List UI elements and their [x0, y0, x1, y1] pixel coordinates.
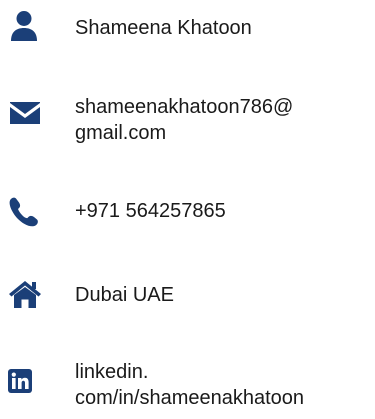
phone-icon [8, 196, 40, 228]
contact-email-line-2[interactable]: gmail.com [75, 121, 166, 146]
envelope-icon [8, 100, 42, 126]
person-icon [8, 10, 40, 42]
contact-linkedin-line-2[interactable]: com/in/shameenakhatoon [75, 386, 304, 411]
contact-email-line-1[interactable]: shameenakhatoon786@ [75, 95, 293, 120]
contact-name: Shameena Khatoon [75, 17, 252, 39]
contact-row-phone: +971 564257865 [0, 194, 375, 234]
contact-row-name: Shameena Khatoon [0, 8, 375, 48]
contact-phone[interactable]: +971 564257865 [75, 199, 226, 224]
contact-row-linkedin: linkedin. com/in/shameenakhatoon [0, 358, 375, 418]
home-icon [8, 279, 42, 309]
contact-row-email: shameenakhatoon786@ gmail.com [0, 95, 375, 155]
contact-linkedin-line-1[interactable]: linkedin. [75, 360, 148, 385]
contact-location: Dubai UAE [75, 284, 174, 306]
contact-row-location: Dubai UAE [0, 276, 375, 316]
linkedin-icon [8, 369, 32, 393]
